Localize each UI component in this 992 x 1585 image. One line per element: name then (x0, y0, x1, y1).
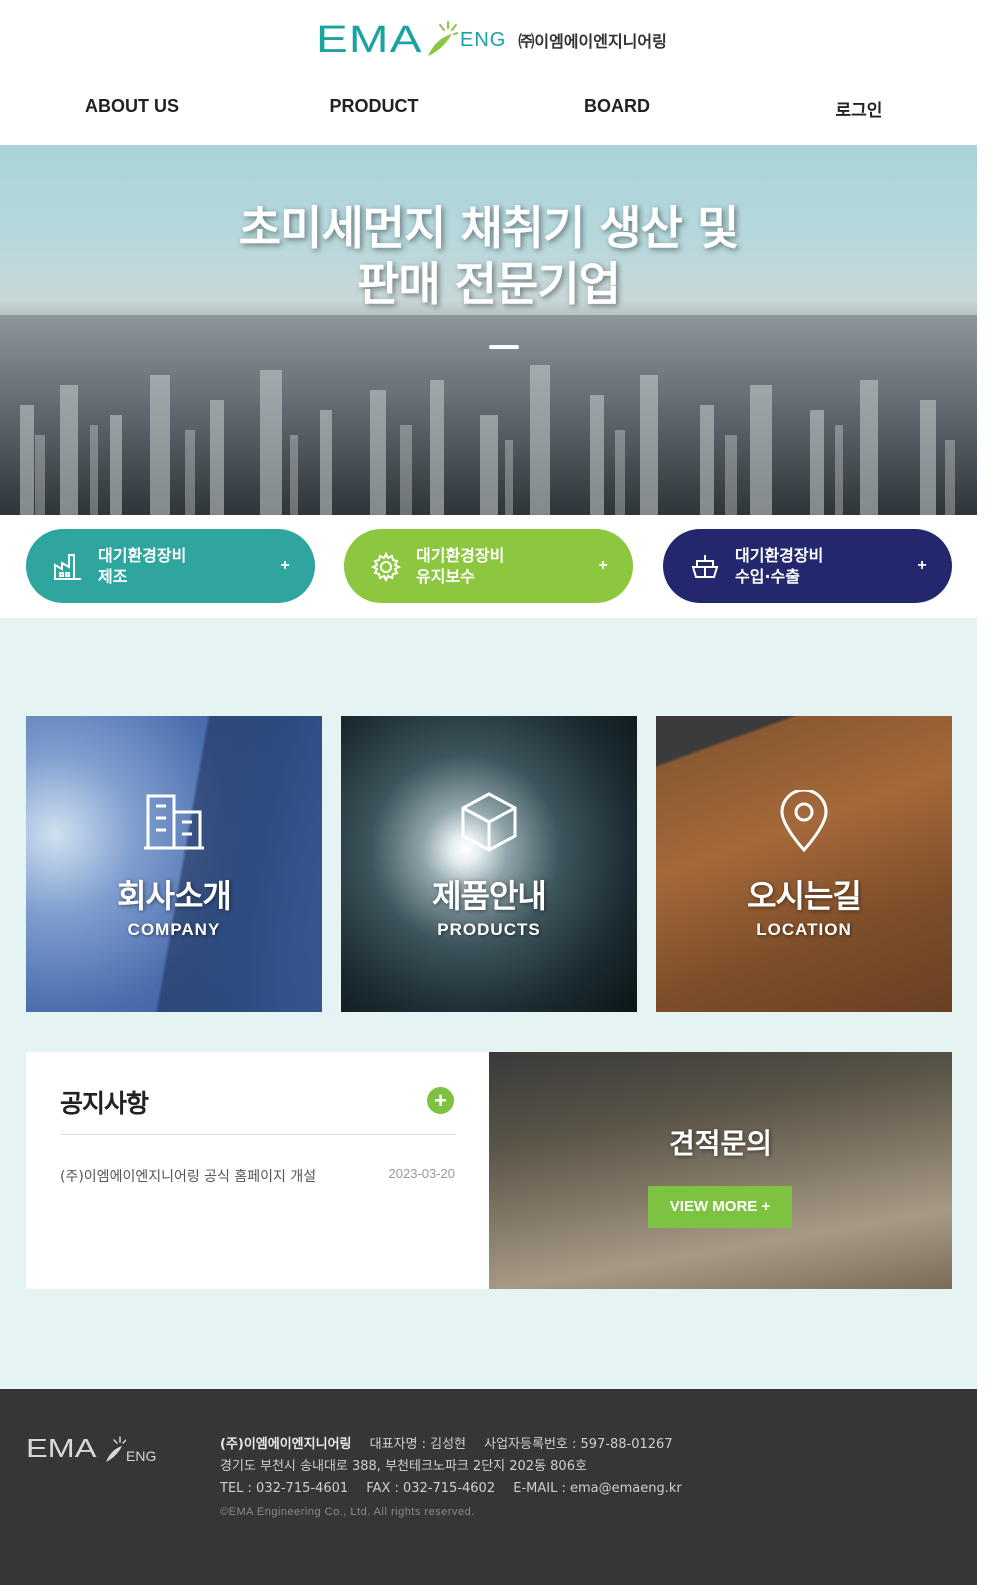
factory-icon (54, 554, 81, 580)
service-label: 대기환경장비 유지보수 (416, 546, 505, 586)
view-more-button[interactable]: VIEW MORE + (648, 1186, 792, 1228)
notice-item-date: 2023-03-20 (388, 1166, 456, 1181)
map-phone-photo (656, 716, 952, 1012)
footer-fax: FAX : 032-715-4602 (366, 1481, 496, 1496)
footer-line3: TEL : 032-715-4601 FAX : 032-715-4602 E-… (220, 1478, 682, 1500)
nav-product[interactable]: PRODUCT (274, 96, 474, 117)
card-title: 제품안내 (432, 877, 547, 915)
card-products[interactable]: 제품안내 PRODUCTS (341, 716, 637, 1012)
hero-title-line1: 초미세먼지 채취기 생산 및 (238, 201, 740, 255)
card-location[interactable]: 오시는길 LOCATION (656, 716, 952, 1012)
footer-logo-eng: ENG (126, 1448, 157, 1464)
card-company[interactable]: 회사소개 COMPANY (26, 716, 322, 1012)
divider (60, 1134, 455, 1135)
notice-panel: 공지사항 + (주)이엠에이엔지니어링 공식 홈페이지 개설 2023-03-2… (26, 1052, 489, 1289)
card-subtitle: LOCATION (756, 920, 852, 939)
service-maintenance-button[interactable]: 대기환경장비 유지보수 + (344, 529, 633, 603)
service-pills: 대기환경장비 제조 + 대기환경장비 유지보수 + 대기환경장비 수입·수출 + (0, 515, 977, 618)
notice-more-button[interactable]: + (427, 1087, 454, 1114)
plus-icon: + (280, 557, 290, 574)
nav-about-us[interactable]: ABOUT US (32, 96, 232, 117)
site-header: EMA ENG ㈜이엠에이엔지니어링 ABOUT US PRODUCT BOAR… (0, 0, 992, 145)
building-photo (26, 716, 322, 1012)
plus-icon: + (917, 557, 927, 574)
footer-info: (주)이엠에이엔지니어링 대표자명 : 김성현 사업자등록번호 : 597-88… (220, 1434, 682, 1500)
footer-logo[interactable]: EMA ENG (26, 1433, 156, 1464)
company-name: ㈜이엠에이엔지니어링 (518, 32, 667, 51)
card-title: 오시는길 (747, 877, 862, 915)
footer-address: 경기도 부천시 송내대로 388, 부천테크노파크 2단지 202동 806호 (220, 1459, 587, 1474)
logo-ema-text: EMA (316, 18, 423, 61)
calculator-photo (489, 1052, 952, 1289)
nav-board[interactable]: BOARD (517, 96, 717, 117)
service-import-export-button[interactable]: 대기환경장비 수입·수출 + (663, 529, 952, 603)
logo-eng-text: ENG (460, 28, 507, 51)
hero-title: 초미세먼지 채취기 생산 및 판매 전문기업 (0, 200, 977, 312)
building-icon (144, 794, 204, 850)
footer-copyright: ©EMA Engineering Co., Ltd. All rights re… (220, 1506, 475, 1518)
plus-icon: + (598, 557, 608, 574)
card-subtitle: PRODUCTS (437, 920, 541, 939)
hero-title-line2: 판매 전문기업 (357, 257, 621, 311)
box-icon (461, 792, 517, 852)
service-manufacturing-button[interactable]: 대기환경장비 제조 + (26, 529, 315, 603)
footer-line1: (주)이엠에이엔지니어링 대표자명 : 김성현 사업자등록번호 : 597-88… (220, 1434, 682, 1456)
slide-indicator[interactable] (489, 345, 519, 349)
site-logo[interactable]: EMA ENG ㈜이엠에이엔지니어링 (316, 14, 667, 66)
footer-logo-ema: EMA (26, 1433, 97, 1463)
site-footer: EMA ENG (주)이엠에이엔지니어링 대표자명 : 김성현 사업자등록번호 … (0, 1389, 977, 1585)
notice-title: 공지사항 (60, 1089, 149, 1118)
service-label: 대기환경장비 제조 (98, 546, 187, 586)
card-title: 회사소개 (117, 877, 232, 915)
footer-company: (주)이엠에이엔지니어링 (220, 1437, 352, 1452)
notice-item-title[interactable]: (주)이엠에이엔지니어링 공식 홈페이지 개설 (60, 1166, 316, 1186)
service-label: 대기환경장비 수입·수출 (735, 546, 824, 586)
quote-title: 견적문의 (668, 1127, 773, 1160)
card-subtitle: COMPANY (127, 920, 221, 939)
gear-icon (370, 551, 402, 583)
quote-panel[interactable]: 견적문의 VIEW MORE + (489, 1052, 952, 1289)
main-nav: ABOUT US PRODUCT BOARD 로그인 (0, 96, 992, 126)
footer-ceo: 대표자명 : 김성현 (369, 1437, 466, 1452)
location-pin-icon (780, 790, 828, 853)
footer-email[interactable]: E-MAIL : ema@emaeng.kr (513, 1481, 682, 1496)
hero-banner: 초미세먼지 채취기 생산 및 판매 전문기업 (0, 145, 977, 515)
nav-login[interactable]: 로그인 (759, 96, 959, 121)
footer-tel: TEL : 032-715-4601 (220, 1481, 349, 1496)
footer-biz-no: 사업자등록번호 : 597-88-01267 (484, 1437, 673, 1452)
notice-list-item[interactable]: (주)이엠에이엔지니어링 공식 홈페이지 개설 2023-03-20 (60, 1166, 455, 1186)
laser-machine-photo (341, 716, 637, 1012)
ship-icon (691, 555, 719, 578)
main-content: 회사소개 COMPANY 제품안내 PRODUCTS 오시는길 LOCATION… (0, 618, 977, 1389)
